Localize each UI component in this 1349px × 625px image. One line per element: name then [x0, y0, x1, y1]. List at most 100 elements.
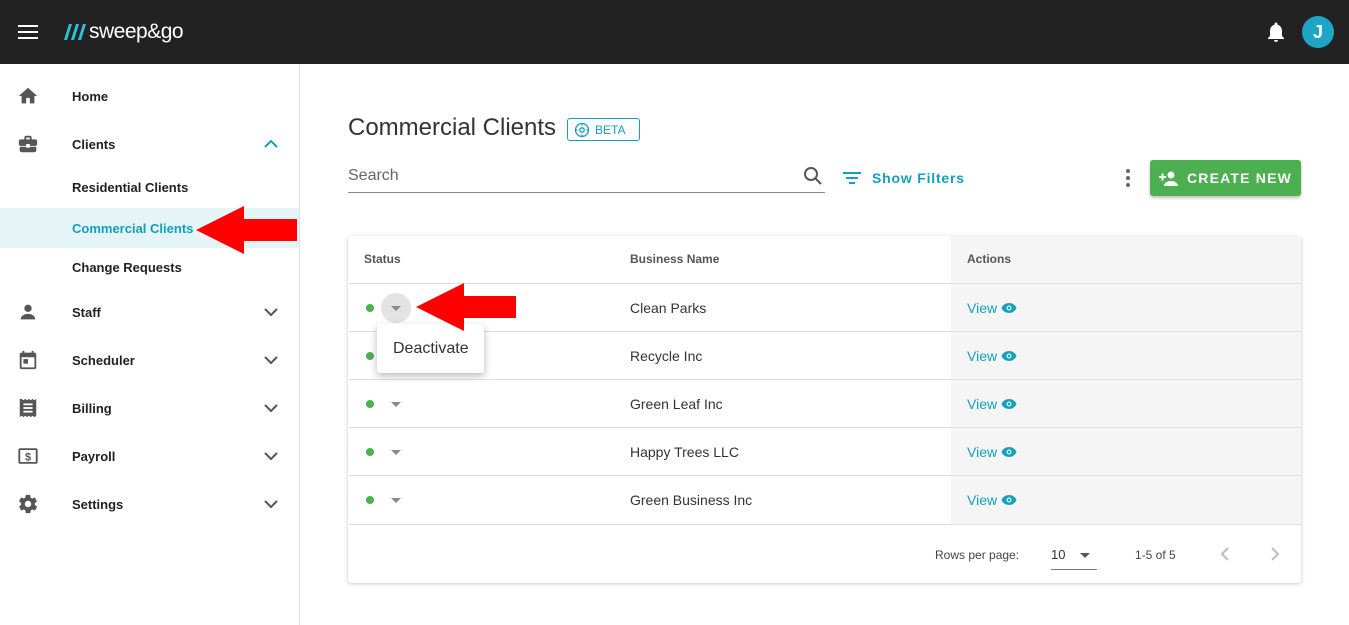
view-label: View	[967, 300, 998, 316]
chevron-down-icon	[264, 356, 278, 365]
annotation-arrow-left-icon	[196, 206, 297, 254]
status-dropdown-button[interactable]	[381, 485, 411, 515]
sidebar-item-clients[interactable]: Clients	[0, 120, 299, 168]
sidebar-item-label: Payroll	[72, 448, 116, 464]
status-dropdown-button[interactable]	[381, 389, 411, 419]
pagination-range: 1-5 of 5	[1135, 548, 1176, 562]
user-avatar[interactable]: J	[1302, 16, 1334, 48]
caret-down-icon	[1080, 553, 1090, 558]
column-header-status[interactable]: Status	[364, 252, 401, 266]
beta-badge-label: BETA	[595, 122, 626, 137]
status-active-dot	[366, 400, 374, 408]
gear-icon	[19, 494, 38, 514]
table-row: Recycle Inc View	[348, 331, 1301, 379]
briefcase-icon	[18, 135, 38, 153]
status-active-dot	[366, 448, 374, 456]
chevron-down-icon	[264, 308, 278, 317]
home-icon	[18, 87, 38, 104]
menu-icon[interactable]	[18, 25, 38, 39]
eye-icon	[1001, 399, 1017, 409]
sidebar-item-label: Settings	[72, 496, 124, 512]
dollar-icon: $	[18, 448, 38, 464]
eye-icon	[1001, 351, 1017, 361]
eye-icon	[1001, 447, 1017, 457]
show-filters-label: Show Filters	[872, 170, 965, 186]
chevron-left-icon[interactable]	[1213, 542, 1237, 566]
rows-per-page-select[interactable]: 10	[1051, 538, 1097, 570]
view-link[interactable]: View	[967, 396, 1017, 412]
status-menu: Deactivate	[377, 324, 484, 373]
search-input[interactable]	[348, 164, 788, 188]
search-icon[interactable]	[803, 166, 823, 186]
view-link[interactable]: View	[967, 348, 1017, 364]
sidebar-item-residential-clients[interactable]: Residential Clients	[0, 167, 299, 207]
view-label: View	[967, 444, 998, 460]
beta-badge: BETA	[567, 118, 640, 141]
view-label: View	[967, 492, 998, 508]
sidebar-item-home[interactable]: Home	[0, 72, 299, 120]
view-label: View	[967, 396, 998, 412]
chevron-right-icon[interactable]	[1263, 542, 1287, 566]
business-name-cell: Clean Parks	[630, 300, 707, 316]
eye-icon	[1001, 495, 1017, 505]
sidebar-item-label: Clients	[72, 136, 116, 152]
business-name-cell: Recycle Inc	[630, 348, 703, 364]
beta-flask-icon	[574, 122, 590, 137]
person-icon	[20, 304, 36, 320]
table-row: Green Leaf Inc View	[348, 379, 1301, 427]
chevron-down-icon	[264, 500, 278, 509]
sidebar-item-label: Staff	[72, 304, 101, 320]
sidebar-item-payroll[interactable]: $ Payroll	[0, 432, 299, 480]
svg-text:$: $	[25, 452, 31, 464]
chevron-up-icon	[264, 139, 278, 148]
sidebar-item-scheduler[interactable]: Scheduler	[0, 336, 299, 384]
sidebar-item-label: Commercial Clients	[72, 220, 194, 236]
notifications-bell-icon[interactable]	[1266, 21, 1286, 43]
sidebar-item-label: Home	[72, 88, 109, 104]
status-dropdown-button[interactable]	[381, 437, 411, 467]
table-row: Green Business Inc View	[348, 475, 1301, 523]
filter-icon	[843, 172, 861, 184]
sidebar-item-billing[interactable]: Billing	[0, 384, 299, 432]
logo-text: sweep&go	[89, 20, 184, 43]
search-field	[348, 160, 825, 193]
more-vert-icon[interactable]	[1120, 168, 1136, 188]
view-link[interactable]: View	[967, 492, 1017, 508]
sidebar-item-label: Scheduler	[72, 352, 135, 368]
view-label: View	[967, 348, 998, 364]
create-new-label: CREATE NEW	[1186, 170, 1293, 186]
create-new-button[interactable]: CREATE NEW	[1150, 160, 1301, 196]
page-title: Commercial Clients	[348, 114, 557, 141]
app-logo[interactable]: sweep&go	[62, 20, 184, 44]
status-active-dot	[366, 352, 374, 360]
business-name-cell: Green Leaf Inc	[630, 396, 723, 412]
business-name-cell: Happy Trees LLC	[630, 444, 739, 460]
status-dropdown-button[interactable]	[381, 293, 411, 323]
status-active-dot	[366, 304, 374, 312]
sidebar: Home Clients Residential Clients Commerc…	[0, 64, 300, 625]
rows-per-page-value: 10	[1051, 547, 1066, 562]
calendar-icon	[19, 350, 37, 370]
person-add-icon	[1158, 171, 1178, 186]
rows-per-page-label: Rows per page:	[935, 548, 1020, 562]
table-row: Happy Trees LLC View	[348, 427, 1301, 475]
show-filters-button[interactable]: Show Filters	[842, 166, 965, 190]
sidebar-item-label: Change Requests	[72, 259, 182, 275]
deactivate-menu-item[interactable]: Deactivate	[377, 324, 484, 373]
sidebar-item-label: Billing	[72, 400, 112, 416]
business-name-cell: Green Business Inc	[630, 492, 753, 508]
chevron-down-icon	[264, 404, 278, 413]
eye-icon	[1001, 303, 1017, 313]
sidebar-item-staff[interactable]: Staff	[0, 288, 299, 336]
sidebar-item-label: Residential Clients	[72, 179, 189, 195]
sidebar-item-settings[interactable]: Settings	[0, 480, 299, 528]
chevron-down-icon	[264, 452, 278, 461]
column-header-actions: Actions	[967, 252, 1012, 266]
view-link[interactable]: View	[967, 444, 1017, 460]
status-active-dot	[366, 496, 374, 504]
annotation-arrow-left-icon	[416, 283, 516, 331]
column-header-business-name[interactable]: Business Name	[630, 252, 719, 266]
receipt-icon	[19, 398, 37, 418]
view-link[interactable]: View	[967, 300, 1017, 316]
table-pagination: Rows per page: 10 1-5 of 5	[348, 524, 1301, 583]
